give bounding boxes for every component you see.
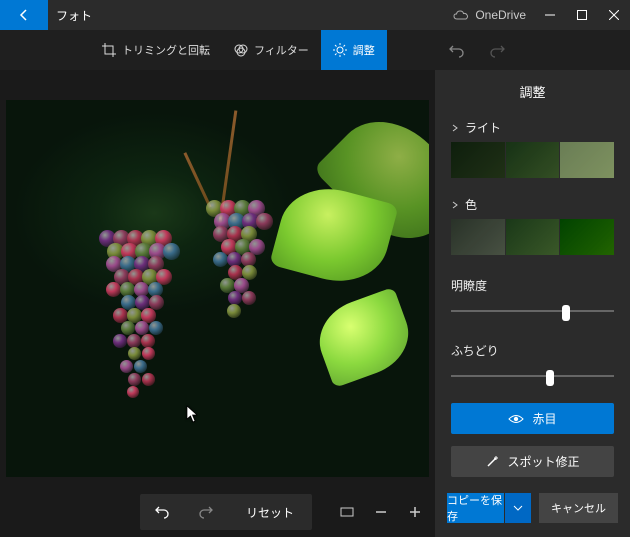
undo-icon: [154, 504, 170, 520]
maximize-button[interactable]: [566, 0, 598, 30]
fit-button[interactable]: [337, 502, 357, 522]
photo-content: [6, 100, 429, 477]
color-thumb-mid[interactable]: [506, 219, 560, 255]
tab-crop-label: トリミングと回転: [122, 42, 210, 58]
chevron-down-icon: [513, 505, 523, 511]
cancel-button[interactable]: キャンセル: [539, 493, 618, 523]
redo-icon: [489, 42, 505, 58]
clarity-label: 明瞭度: [451, 277, 614, 294]
redo-button-2[interactable]: [184, 494, 228, 530]
onedrive-status[interactable]: OneDrive: [445, 8, 534, 22]
cloud-icon: [453, 10, 469, 20]
section-light: ライト: [435, 113, 630, 190]
onedrive-label: OneDrive: [475, 8, 526, 22]
eye-icon: [508, 414, 524, 424]
color-thumb-low[interactable]: [451, 219, 505, 255]
light-label: ライト: [465, 119, 501, 136]
section-color-header[interactable]: 色: [451, 196, 614, 213]
tab-adjust-label: 調整: [353, 42, 375, 58]
undo-icon: [449, 42, 465, 58]
undo-button-2[interactable]: [140, 494, 184, 530]
save-dropdown-button[interactable]: [505, 493, 531, 523]
side-panel: 調整 ライト 色 明瞭度: [435, 70, 630, 537]
vignette-slider[interactable]: [451, 367, 614, 385]
close-icon: [609, 10, 619, 20]
maximize-icon: [577, 10, 587, 20]
redo-button[interactable]: [477, 30, 517, 70]
reset-button[interactable]: リセット: [228, 504, 312, 521]
spotfix-button[interactable]: スポット修正: [451, 446, 614, 477]
save-group: コピーを保存: [447, 493, 531, 523]
color-thumbnails[interactable]: [451, 219, 614, 255]
section-clarity: 明瞭度: [435, 267, 630, 332]
zoom-in-button[interactable]: [405, 502, 425, 522]
light-thumb-bright[interactable]: [560, 142, 614, 178]
chevron-right-icon: [451, 124, 459, 132]
side-footer: コピーを保存 キャンセル: [435, 483, 630, 537]
tab-adjust[interactable]: 調整: [321, 30, 387, 70]
main-area: リセット 調整 ライト 色: [0, 70, 630, 537]
image-canvas[interactable]: [6, 100, 429, 477]
redeye-label: 赤目: [532, 410, 556, 427]
close-button[interactable]: [598, 0, 630, 30]
minimize-button[interactable]: [534, 0, 566, 30]
color-label: 色: [465, 196, 477, 213]
fit-icon: [340, 505, 354, 519]
light-thumb-dark[interactable]: [451, 142, 505, 178]
undo-button[interactable]: [437, 30, 477, 70]
section-vignette: ふちどり: [435, 332, 630, 397]
clarity-slider[interactable]: [451, 302, 614, 320]
plus-icon: [409, 506, 421, 518]
crop-icon: [102, 43, 116, 57]
section-light-header[interactable]: ライト: [451, 119, 614, 136]
tab-crop[interactable]: トリミングと回転: [90, 30, 222, 70]
minus-icon: [375, 506, 387, 518]
filter-icon: [234, 43, 248, 57]
vignette-label: ふちどり: [451, 342, 614, 359]
canvas-area: リセット: [0, 70, 435, 537]
canvas-footer: リセット: [0, 487, 435, 537]
spotfix-label: スポット修正: [507, 453, 579, 470]
save-copy-button[interactable]: コピーを保存: [447, 493, 504, 523]
minimize-icon: [545, 10, 555, 20]
reset-group: リセット: [140, 494, 312, 530]
wand-icon: [485, 455, 499, 469]
section-color: 色: [435, 190, 630, 267]
light-thumbnails[interactable]: [451, 142, 614, 178]
tab-filter[interactable]: フィルター: [222, 30, 321, 70]
zoom-out-button[interactable]: [371, 502, 391, 522]
redeye-button[interactable]: 赤目: [451, 403, 614, 434]
tab-filter-label: フィルター: [254, 42, 309, 58]
app-title: フォト: [48, 7, 445, 24]
arrow-left-icon: [16, 7, 32, 23]
zoom-group: [337, 502, 425, 522]
chevron-right-icon: [451, 201, 459, 209]
redo-icon: [198, 504, 214, 520]
mouse-cursor: [186, 405, 200, 423]
titlebar: フォト OneDrive: [0, 0, 630, 30]
back-button[interactable]: [0, 0, 48, 30]
color-thumb-high[interactable]: [560, 219, 614, 255]
adjust-icon: [333, 43, 347, 57]
toolbar: トリミングと回転 フィルター 調整: [0, 30, 630, 70]
side-title: 調整: [435, 70, 630, 113]
light-thumb-mid[interactable]: [506, 142, 560, 178]
